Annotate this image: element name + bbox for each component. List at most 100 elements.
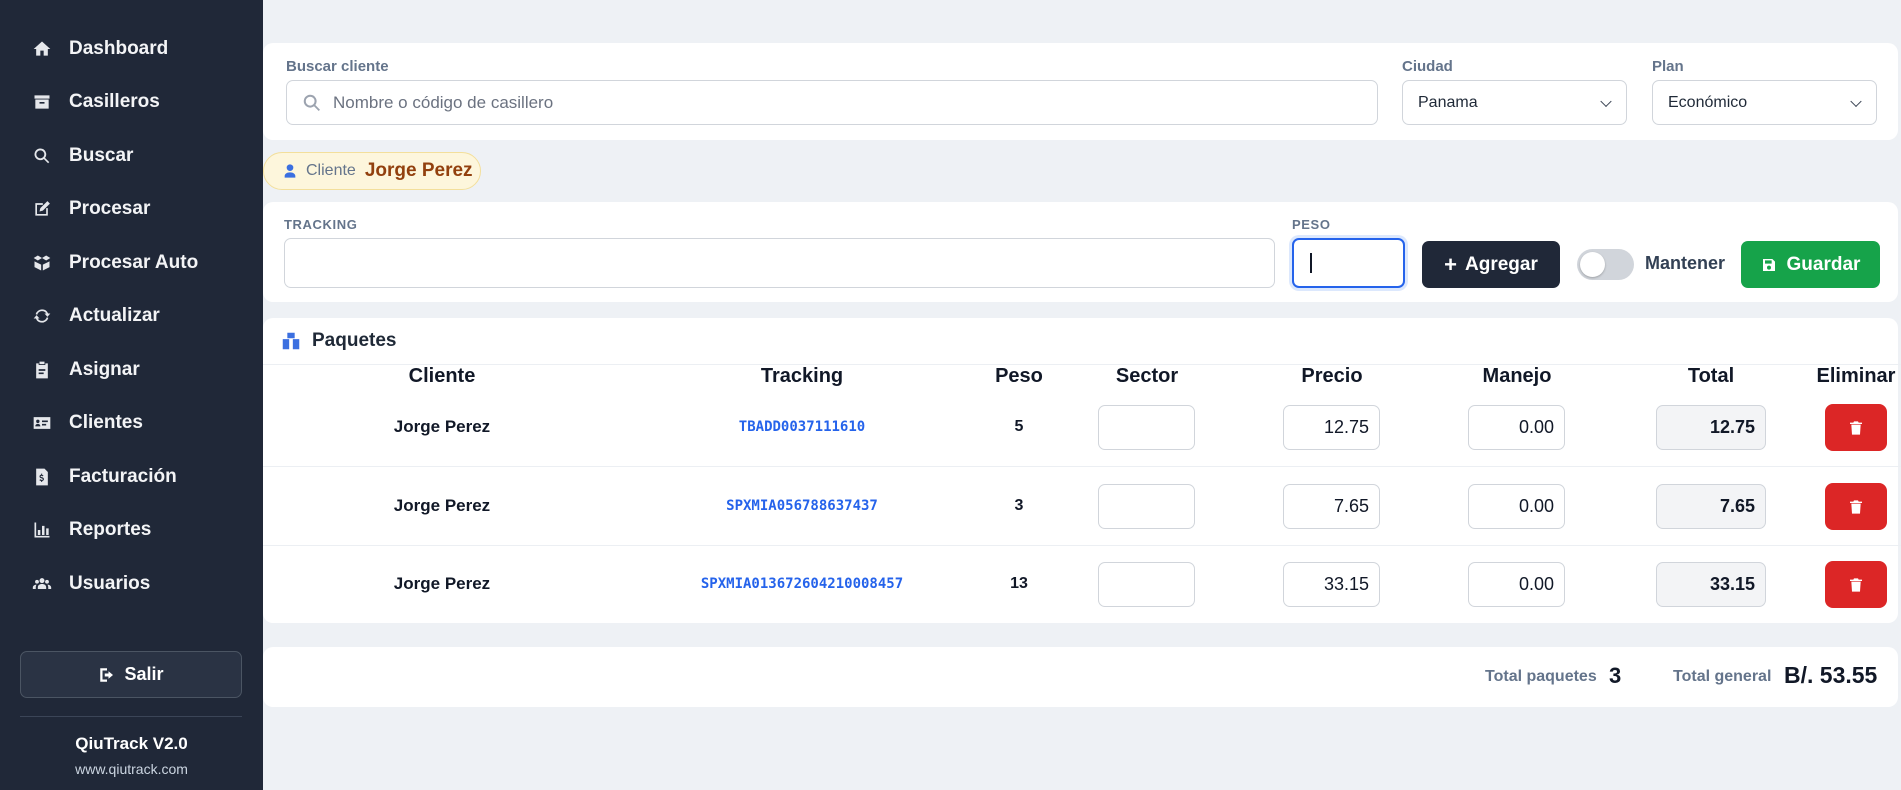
- sidebar-item-label: Procesar Auto: [69, 251, 199, 273]
- sidebar-item-casilleros[interactable]: Casilleros: [0, 76, 263, 130]
- row-total: 33.15: [1656, 562, 1766, 607]
- grand-total-label: Total general: [1673, 668, 1772, 685]
- row-cliente: Jorge Perez: [393, 417, 491, 436]
- sidebar-item-asignar[interactable]: Asignar: [0, 343, 263, 397]
- save-button[interactable]: Guardar: [1741, 241, 1880, 288]
- sidebar-item-clientes[interactable]: Clientes: [0, 397, 263, 451]
- delete-row-button[interactable]: [1825, 561, 1887, 608]
- refresh-icon: [31, 305, 53, 327]
- id-card-icon: [31, 412, 53, 434]
- trash-icon: [1850, 499, 1862, 514]
- client-name: Jorge Perez: [364, 160, 473, 181]
- sidebar-item-label: Asignar: [69, 358, 140, 380]
- sidebar-item-procesar-auto[interactable]: Procesar Auto: [0, 236, 263, 290]
- col-header-manejo: Manejo: [1482, 365, 1552, 387]
- plan-value: Económico: [1668, 93, 1748, 111]
- sidebar-item-procesar[interactable]: Procesar: [0, 183, 263, 237]
- sidebar-item-label: Actualizar: [69, 305, 160, 327]
- sidebar-item-label: Facturación: [69, 465, 177, 487]
- sidebar-item-label: Dashboard: [69, 37, 169, 59]
- row-cliente: Jorge Perez: [393, 496, 491, 515]
- invoice-icon: [31, 466, 53, 488]
- archive-icon: [31, 91, 53, 113]
- col-header-peso: Peso: [995, 365, 1043, 387]
- home-icon: [31, 38, 53, 60]
- sidebar-item-label: Reportes: [69, 519, 152, 541]
- sidebar-divider: [20, 716, 242, 717]
- row-tracking: SPXMIA056788637437: [726, 498, 878, 514]
- row-peso: 13: [1010, 575, 1028, 592]
- sidebar-item-actualizar[interactable]: Actualizar: [0, 290, 263, 344]
- packages-header: Paquetes: [280, 330, 396, 352]
- save-label: Guardar: [1786, 253, 1861, 275]
- search-icon: [31, 145, 53, 167]
- peso-input[interactable]: [1292, 238, 1405, 288]
- search-icon: [303, 94, 320, 111]
- total-packages-label: Total paquetes: [1485, 668, 1597, 685]
- search-placeholder: Nombre o código de casillero: [333, 92, 554, 112]
- trash-icon: [1850, 420, 1862, 435]
- row-manejo-input[interactable]: 0.00: [1468, 484, 1565, 529]
- col-header-precio: Precio: [1301, 365, 1363, 387]
- tracking-label: TRACKING: [284, 217, 358, 232]
- chevron-down-icon: [1600, 95, 1612, 107]
- plan-select[interactable]: Económico: [1652, 80, 1877, 125]
- boxes-icon: [31, 252, 53, 274]
- row-total: 12.75: [1656, 405, 1766, 450]
- col-header-cliente: Cliente: [408, 365, 476, 387]
- city-select[interactable]: Panama: [1402, 80, 1627, 125]
- plan-label: Plan: [1652, 58, 1684, 75]
- row-peso: 3: [1014, 497, 1024, 514]
- plus-icon: +: [1444, 251, 1457, 277]
- row-tracking: TBADD0037111610: [738, 419, 866, 435]
- packages-title: Paquetes: [312, 330, 397, 351]
- keep-label: Mantener: [1645, 253, 1726, 273]
- col-header-eliminar: Eliminar: [1816, 365, 1896, 387]
- row-precio-input[interactable]: 12.75: [1283, 405, 1380, 450]
- keep-toggle[interactable]: [1577, 249, 1634, 280]
- sidebar-item-buscar[interactable]: Buscar: [0, 129, 263, 183]
- client-key: Cliente: [306, 162, 356, 179]
- sidebar-item-facturacion[interactable]: Facturación: [0, 450, 263, 504]
- row-divider: [263, 466, 1901, 467]
- row-cliente: Jorge Perez: [393, 574, 491, 593]
- search-input[interactable]: Nombre o código de casillero: [286, 80, 1378, 125]
- table-header-divider: [263, 364, 1901, 365]
- selected-client-badge: Cliente Jorge Perez: [263, 152, 481, 190]
- delete-row-button[interactable]: [1825, 483, 1887, 530]
- sidebar-item-usuarios[interactable]: Usuarios: [0, 557, 263, 611]
- save-icon: [1762, 258, 1775, 271]
- col-header-total: Total: [1687, 365, 1735, 387]
- row-precio-input[interactable]: 33.15: [1283, 562, 1380, 607]
- add-package-button[interactable]: + Agregar: [1422, 241, 1560, 288]
- sidebar-item-dashboard[interactable]: Dashboard: [0, 22, 263, 76]
- sidebar-item-label: Buscar: [69, 144, 134, 166]
- users-icon: [31, 573, 53, 595]
- row-precio-input[interactable]: 7.65: [1283, 484, 1380, 529]
- sidebar-item-label: Clientes: [69, 412, 143, 434]
- sign-out-icon: [100, 667, 114, 682]
- col-header-tracking: Tracking: [760, 365, 844, 387]
- peso-label: PESO: [1292, 217, 1331, 232]
- chart-icon: [31, 519, 53, 541]
- text-cursor: [1310, 253, 1312, 273]
- sidebar-item-reportes[interactable]: Reportes: [0, 504, 263, 558]
- city-label: Ciudad: [1402, 58, 1453, 75]
- logout-button[interactable]: Salir: [20, 651, 242, 698]
- user-icon: [284, 164, 296, 178]
- toggle-knob: [1580, 252, 1605, 277]
- row-manejo-input[interactable]: 0.00: [1468, 562, 1565, 607]
- row-sector-input[interactable]: [1098, 484, 1195, 529]
- city-value: Panama: [1418, 93, 1478, 111]
- delete-row-button[interactable]: [1825, 404, 1887, 451]
- sidebar-item-label: Procesar: [69, 198, 151, 220]
- row-sector-input[interactable]: [1098, 562, 1195, 607]
- sidebar-nav: Dashboard Casilleros Buscar Procesar Pro…: [0, 22, 263, 611]
- clipboard-icon: [31, 359, 53, 381]
- row-sector-input[interactable]: [1098, 405, 1195, 450]
- row-peso: 5: [1014, 418, 1024, 435]
- app-brand: QiuTrack V2.0: [75, 734, 188, 753]
- tracking-input[interactable]: [284, 238, 1275, 288]
- row-manejo-input[interactable]: 0.00: [1468, 405, 1565, 450]
- edit-icon: [31, 198, 53, 220]
